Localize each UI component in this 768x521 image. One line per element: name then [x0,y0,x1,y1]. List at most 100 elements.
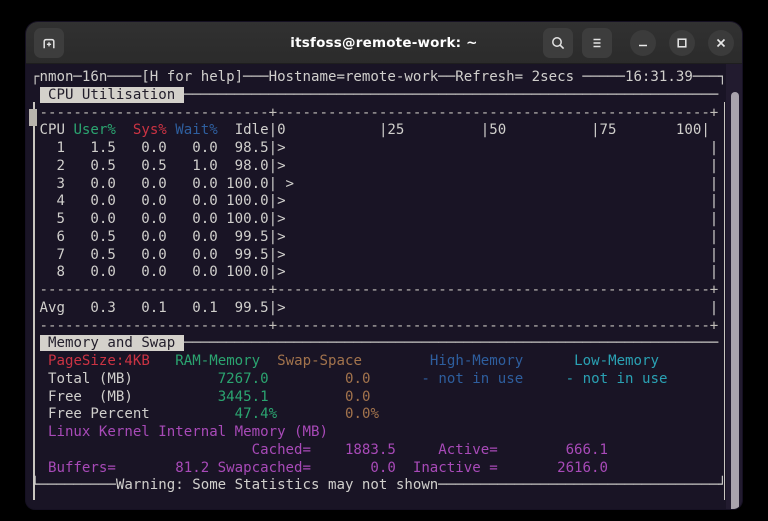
terminal-text: ────────────────────────────────────────… [184,335,719,351]
terminal-line: Memory and Swap ────────────────────────… [31,335,727,353]
terminal-window: itsfoss@remote-work: ~ [26,22,742,509]
terminal-text: Linux Kernel Internal Memory (MB) [31,424,328,440]
terminal-line: Cached= 1883.5 Active= 666.1 [31,442,727,460]
terminal-text: RAM-Memory [175,353,260,369]
terminal-text: 0.0 [345,389,370,405]
terminal-text [31,353,48,369]
terminal-text: 7267.0 [218,371,269,387]
terminal-text: Swap-Space [277,353,362,369]
terminal-text [133,389,218,405]
terminal-line: 1 1.5 0.0 0.0 98.5|> | [31,140,727,158]
terminal-line: Free (MB) 3445.1 0.0 [31,389,727,407]
terminal-text: User% [65,122,116,138]
terminal-text: Sys% [116,122,167,138]
terminal-line: Linux Kernel Internal Memory (MB) [31,424,727,442]
new-tab-icon [41,35,57,51]
terminal-text: ---------------------------+------------… [31,105,718,121]
titlebar[interactable]: itsfoss@remote-work: ~ [26,22,742,64]
terminal-text: PageSize:4KB [48,353,150,369]
terminal-text: Avg 0.3 0.1 0.1 99.5|> | [31,300,718,316]
scrollbar-thumb[interactable] [731,92,739,509]
terminal-text: Cached= 1883.5 Active= 666.1 [31,442,608,458]
terminal-text: 2 0.5 0.5 1.0 98.0|> | [31,158,718,174]
terminal-line: 7 0.5 0.0 0.0 99.5|> | [31,247,727,265]
terminal-text: Total (MB) [31,371,133,387]
terminal-text [523,353,574,369]
terminal-text [31,87,40,103]
search-button[interactable] [543,28,573,58]
terminal-text: ---------------------------+------------… [31,318,718,334]
terminal-viewport[interactable]: ┌nmon─16n────[H for help]───Hostname=rem… [26,64,742,509]
close-button[interactable] [708,30,734,56]
terminal-text: 47.4% [235,406,277,422]
terminal-text [269,371,345,387]
terminal-cursor [29,109,38,126]
terminal-line: └─────────Warning: Some Statistics may n… [31,477,727,495]
desktop: itsfoss@remote-work: ~ [0,0,768,521]
terminal-line: 5 0.0 0.0 0.0 100.0|> | [31,211,727,229]
terminal-text [260,353,277,369]
terminal-text: 3445.1 [218,389,269,405]
terminal-line: 8 0.0 0.0 0.0 100.0|> | [31,264,727,282]
terminal-line: 6 0.5 0.0 0.0 99.5|> | [31,229,727,247]
terminal-text: Memory and Swap [40,335,184,351]
terminal-text: └─────────Warning: Some Statistics may n… [31,477,727,493]
terminal-text: ┌nmon─16n────[H for help]───Hostname=rem… [31,69,727,85]
terminal-text [370,371,421,387]
terminal-line: 3 0.0 0.0 0.0 100.0| > | [31,176,727,194]
terminal-text: 0.0% [345,406,379,422]
terminal-line: Free Percent 47.4% 0.0% [31,406,727,424]
terminal-text: Wait% [167,122,218,138]
search-icon [550,35,566,51]
terminal-text [150,406,235,422]
terminal-text: 1 1.5 0.0 0.0 98.5|> | [31,140,718,156]
terminal-line: ---------------------------+------------… [31,282,727,300]
terminal-text: Free Percent [31,406,150,422]
terminal-line: ┌nmon─16n────[H for help]───Hostname=rem… [31,69,727,87]
terminal-text: Free (MB) [31,389,133,405]
menu-button[interactable] [582,28,612,58]
terminal-line: CPU User% Sys% Wait% Idle|0 |25 |50 |75 … [31,122,727,140]
terminal-text [150,353,175,369]
terminal-line: Avg 0.3 0.1 0.1 99.5|> | [31,300,727,318]
terminal-text: 0.0 [345,371,370,387]
terminal-content: ┌nmon─16n────[H for help]───Hostname=rem… [31,69,727,495]
terminal-line: CPU Utilisation ────────────────────────… [31,87,727,105]
terminal-text [269,389,345,405]
terminal-text: 3 0.0 0.0 0.0 100.0| > | [31,176,718,192]
terminal-line: ---------------------------+------------… [31,318,727,336]
new-tab-button[interactable] [34,28,64,58]
terminal-line: Buffers= 81.2 Swapcached= 0.0 Inactive =… [31,460,727,478]
terminal-text: High-Memory [430,353,523,369]
terminal-text [133,371,218,387]
terminal-text: Idle [218,122,269,138]
minimize-button[interactable] [630,30,656,56]
terminal-text: ────────────────────────────────────────… [184,87,719,103]
terminal-line: PageSize:4KB RAM-Memory Swap-Space High-… [31,353,727,371]
terminal-text: 5 0.0 0.0 0.0 100.0|> | [31,211,718,227]
terminal-line: 2 0.5 0.5 1.0 98.0|> | [31,158,727,176]
terminal-text: Low-Memory [574,353,659,369]
close-icon [714,36,728,50]
terminal-text: CPU Utilisation [40,87,184,103]
terminal-text: 8 0.0 0.0 0.0 100.0|> | [31,264,718,280]
terminal-line: ---------------------------+------------… [31,105,727,123]
terminal-text [362,353,430,369]
maximize-button[interactable] [669,30,695,56]
terminal-text [523,371,565,387]
terminal-text [277,406,345,422]
menu-icon [589,35,605,51]
terminal-line: 4 0.0 0.0 0.0 100.0|> | [31,193,727,211]
terminal-text: 7 0.5 0.0 0.0 99.5|> | [31,247,718,263]
terminal-text: ---------------------------+------------… [31,282,718,298]
terminal-text: - not in use [566,371,668,387]
terminal-text: 4 0.0 0.0 0.0 100.0|> | [31,193,718,209]
terminal-text: Buffers= 81.2 Swapcached= 0.0 Inactive =… [31,460,608,476]
terminal-text [31,335,40,351]
terminal-text: 6 0.5 0.0 0.0 99.5|> | [31,229,718,245]
terminal-line: Total (MB) 7267.0 0.0 - not in use - not… [31,371,727,389]
maximize-icon [675,36,689,50]
terminal-text: - not in use [421,371,523,387]
minimize-icon [636,36,650,50]
terminal-text: |0 |25 |50 |75 100| [269,122,710,138]
